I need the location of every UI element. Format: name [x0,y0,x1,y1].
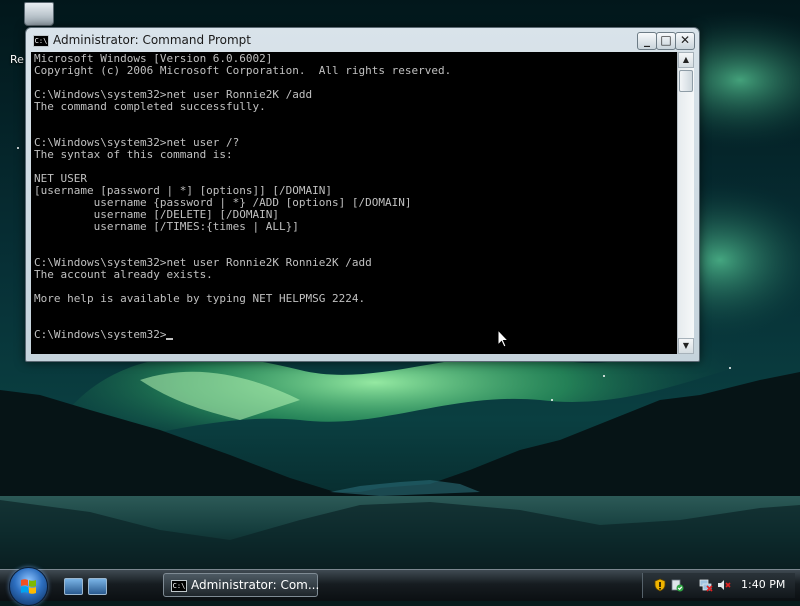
close-button[interactable]: ✕ [675,32,695,50]
taskbar: C:\ Administrator: Com... 1:40 PM [0,567,800,606]
minimize-button[interactable]: _ [637,32,657,50]
window-title: Administrator: Command Prompt [53,33,251,47]
scroll-up-arrow-icon[interactable]: ▲ [678,52,694,68]
console-line: username [/TIMES:{times | ALL}] [34,220,299,233]
mouse-pointer-icon [497,329,509,348]
console-prompt-line[interactable]: C:\Windows\system32> [34,328,174,341]
vertical-scrollbar[interactable]: ▲ ▼ [677,52,694,354]
command-prompt-window[interactable]: C:\ Administrator: Command Prompt _ □ ✕ … [25,27,700,362]
console-line: More help is available by typing NET HEL… [34,292,366,305]
console-output[interactable]: Microsoft Windows [Version 6.0.6002] Cop… [31,52,677,354]
console-line: Copyright (c) 2006 Microsoft Corporation… [34,64,452,77]
windows-logo-icon [21,579,36,594]
start-button[interactable] [9,567,48,606]
text-cursor [166,338,174,340]
cmd-icon: C:\ [33,35,49,47]
maximize-button[interactable]: □ [656,32,676,50]
scroll-thumb[interactable] [679,70,693,92]
switch-windows-icon[interactable] [88,578,107,595]
network-disconnected-icon[interactable] [699,578,713,592]
show-desktop-icon[interactable] [64,578,83,595]
recycle-bin-label: Re [10,53,24,66]
taskbar-command-prompt-button[interactable]: C:\ Administrator: Com... [163,573,320,597]
taskbar-clock[interactable]: 1:40 PM [741,578,785,591]
scroll-down-arrow-icon[interactable]: ▼ [678,338,694,354]
volume-muted-icon[interactable] [717,578,731,592]
system-tray: 1:40 PM [642,573,795,598]
cmd-icon: C:\ [171,580,187,592]
console-line: The command completed successfully. [34,100,266,113]
window-titlebar[interactable]: C:\ Administrator: Command Prompt _ □ ✕ [26,28,699,52]
security-center-icon[interactable] [670,578,684,592]
trash-icon [24,2,54,26]
console-line: The syntax of this command is: [34,148,233,161]
console-prompt: C:\Windows\system32> [34,328,167,341]
taskbar-button-label: Administrator: Com... [191,578,320,592]
shield-icon[interactable] [653,578,667,592]
console-line: The account already exists. [34,268,213,281]
recycle-bin-icon[interactable] [20,0,58,26]
